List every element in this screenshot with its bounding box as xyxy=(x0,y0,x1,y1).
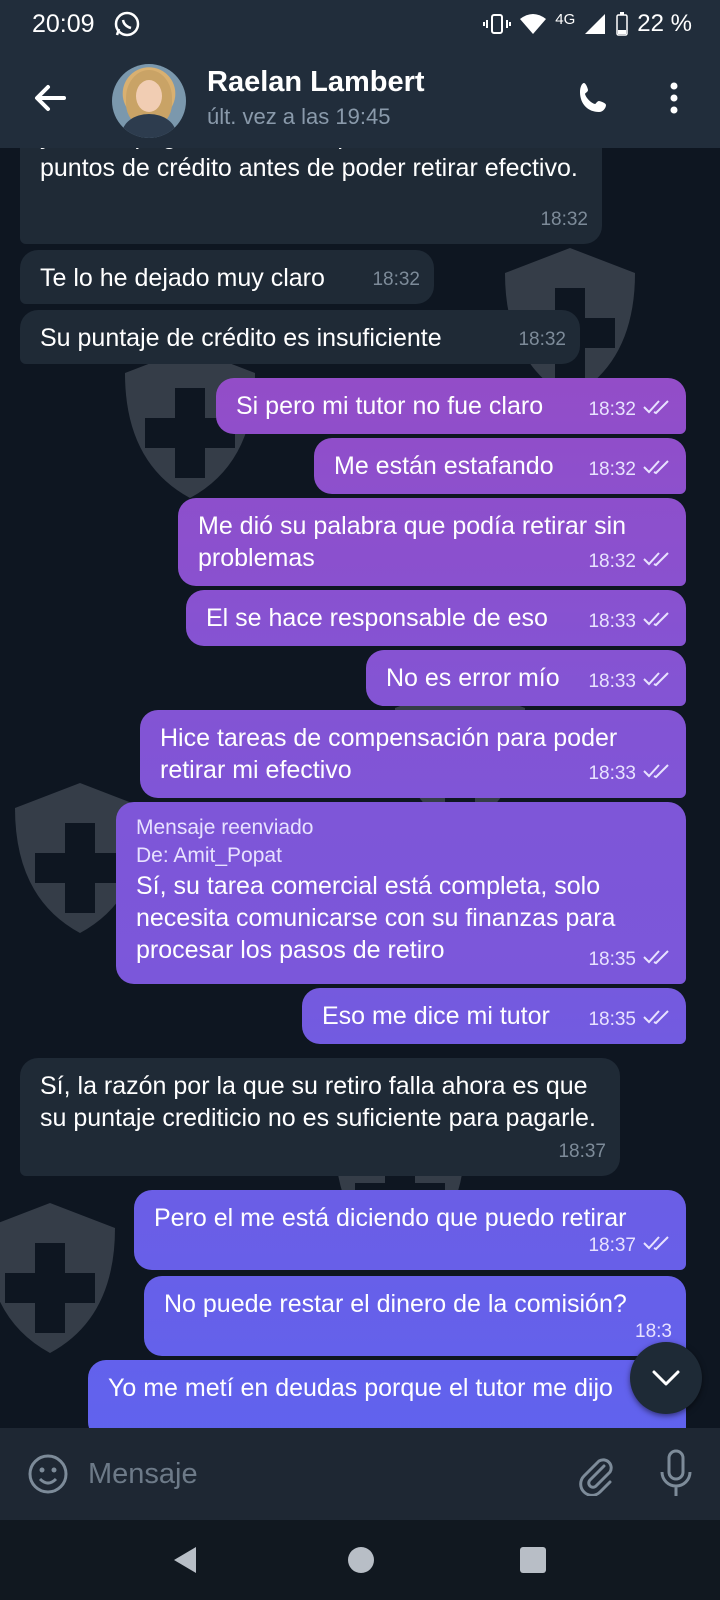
message-text: Te lo he dejado muy claro xyxy=(40,264,325,292)
read-ticks-icon xyxy=(642,606,672,638)
message-text: Pero el me está diciendo que puedo retir… xyxy=(154,1204,627,1232)
message-meta: 18:33 xyxy=(588,606,672,638)
system-nav-bar xyxy=(0,1520,720,1600)
message-meta: 18:32 xyxy=(588,454,672,486)
message-meta: 18:32 xyxy=(540,204,588,236)
message-text: No puede restar el dinero de la comisión… xyxy=(164,1290,627,1318)
scroll-down-button[interactable] xyxy=(630,1342,702,1414)
read-ticks-icon xyxy=(642,758,672,790)
message-meta: 18:32 xyxy=(588,546,672,578)
nav-home-icon[interactable] xyxy=(348,1547,374,1573)
message-time: 18:32 xyxy=(588,399,636,420)
back-arrow-icon[interactable] xyxy=(30,78,70,118)
read-ticks-icon xyxy=(642,944,672,976)
chat-area[interactable]: y debes pagarme 400.000 para aumentar tu… xyxy=(0,148,720,1428)
message-composer xyxy=(0,1428,720,1520)
phone-icon[interactable] xyxy=(574,78,614,118)
message-input[interactable] xyxy=(86,1448,540,1500)
outgoing-message[interactable]: Pero el me está diciendo que puedo retir… xyxy=(134,1190,686,1270)
read-ticks-icon xyxy=(642,666,672,698)
incoming-message[interactable]: Sí, la razón por la que su retiro falla … xyxy=(20,1058,620,1176)
whatsapp-icon xyxy=(114,11,140,37)
message-meta: 18:32 xyxy=(372,264,420,296)
outgoing-message[interactable]: No es error mío 18:33 xyxy=(366,650,686,706)
last-seen: últ. vez a las 19:45 xyxy=(207,104,391,129)
message-text: Hice tareas de compensación para poder r… xyxy=(160,724,618,784)
read-ticks-icon xyxy=(642,454,672,486)
nav-back-icon[interactable] xyxy=(172,1545,198,1575)
message-time: 18:37 xyxy=(558,1141,606,1162)
incoming-message[interactable]: Te lo he dejado muy claro 18:32 xyxy=(20,250,434,304)
message-meta: 18:37 xyxy=(558,1136,606,1168)
message-meta: 18:35 xyxy=(588,1004,672,1036)
attach-icon[interactable] xyxy=(574,1452,618,1496)
incoming-message[interactable]: y debes pagarme 400.000 para aumentar tu… xyxy=(20,148,602,244)
forwarded-label: Mensaje reenviado xyxy=(136,816,314,839)
more-vert-icon[interactable] xyxy=(666,78,682,118)
message-time: 18:35 xyxy=(588,1009,636,1030)
read-ticks-icon xyxy=(642,546,672,578)
outgoing-message[interactable]: Yo me metí en deudas porque el tutor me … xyxy=(88,1360,686,1428)
message-text: Me están estafando xyxy=(334,452,554,480)
incoming-message[interactable]: Su puntaje de crédito es insuficiente 18:… xyxy=(20,310,580,364)
status-time: 20:09 xyxy=(32,10,95,38)
message-meta: 18:32 xyxy=(518,324,566,356)
contact-name[interactable]: Raelan Lambert xyxy=(207,66,425,99)
watermark-shield-icon xyxy=(0,1203,115,1353)
message-time: 18:37 xyxy=(588,1235,636,1256)
message-text: Yo me metí en deudas porque el tutor me … xyxy=(108,1374,613,1402)
message-time: 18:32 xyxy=(518,329,566,350)
nav-recents-icon[interactable] xyxy=(520,1547,546,1573)
read-ticks-icon xyxy=(642,1004,672,1036)
outgoing-message[interactable]: Hice tareas de compensación para poder r… xyxy=(140,710,686,798)
message-time: 18:32 xyxy=(588,459,636,480)
message-time: 18:32 xyxy=(540,209,588,230)
status-bar: 20:09 4G 22 % xyxy=(0,0,720,48)
message-time: 18:32 xyxy=(372,269,420,290)
message-text: Su puntaje de crédito es insuficiente xyxy=(40,324,442,352)
read-ticks-icon xyxy=(642,1230,672,1262)
outgoing-message[interactable]: Me dió su palabra que podía retirar sin … xyxy=(178,498,686,586)
chat-header: Raelan Lambert últ. vez a las 19:45 xyxy=(0,48,720,148)
outgoing-message[interactable]: Si pero mi tutor no fue claro 18:32 xyxy=(216,378,686,434)
emoji-icon[interactable] xyxy=(26,1452,70,1496)
message-text: Sí, su tarea comercial está completa, so… xyxy=(136,872,616,964)
message-meta: 18:33 xyxy=(588,758,672,790)
message-meta: 18:32 xyxy=(588,394,672,426)
forwarded-from[interactable]: De: Amit_Popat xyxy=(136,842,666,870)
message-text: y debes pagarme 400.000 para aumentar tu… xyxy=(40,148,578,182)
signal-icon xyxy=(585,14,606,34)
message-meta: 18:35 xyxy=(588,944,672,976)
outgoing-message[interactable]: Eso me dice mi tutor 18:35 xyxy=(302,988,686,1044)
battery-icon xyxy=(616,12,629,36)
message-meta: 18:33 xyxy=(588,666,672,698)
message-text: Me dió su palabra que podía retirar sin … xyxy=(198,512,627,572)
status-right: 4G 22 % xyxy=(483,10,692,38)
outgoing-message[interactable]: Mensaje reenviado De: Amit_Popat Sí, su ta… xyxy=(116,802,686,984)
wifi-icon xyxy=(520,14,547,34)
mic-icon[interactable] xyxy=(656,1448,696,1500)
message-time: 18:32 xyxy=(588,551,636,572)
battery-level: 22 % xyxy=(637,10,692,37)
message-text: Eso me dice mi tutor xyxy=(322,1002,550,1030)
message-time: 18:33 xyxy=(588,763,636,784)
vibrate-icon xyxy=(483,14,512,34)
message-text: Si pero mi tutor no fue claro xyxy=(236,392,544,420)
network-type: 4G xyxy=(555,10,576,28)
outgoing-message[interactable]: Me están estafando 18:32 xyxy=(314,438,686,494)
message-time: 18:35 xyxy=(588,949,636,970)
message-time: 18:33 xyxy=(588,611,636,632)
outgoing-message[interactable]: No puede restar el dinero de la comisión… xyxy=(144,1276,686,1356)
avatar[interactable] xyxy=(112,64,186,138)
outgoing-message[interactable]: El se hace responsable de eso 18:33 xyxy=(186,590,686,646)
read-ticks-icon xyxy=(642,394,672,426)
message-time: 18:33 xyxy=(588,671,636,692)
message-text: Sí, la razón por la que su retiro falla … xyxy=(40,1072,596,1132)
message-text: El se hace responsable de eso xyxy=(206,604,548,632)
message-text: No es error mío xyxy=(386,664,560,692)
message-meta: 18:37 xyxy=(588,1230,672,1262)
chevron-down-icon xyxy=(652,1370,680,1386)
